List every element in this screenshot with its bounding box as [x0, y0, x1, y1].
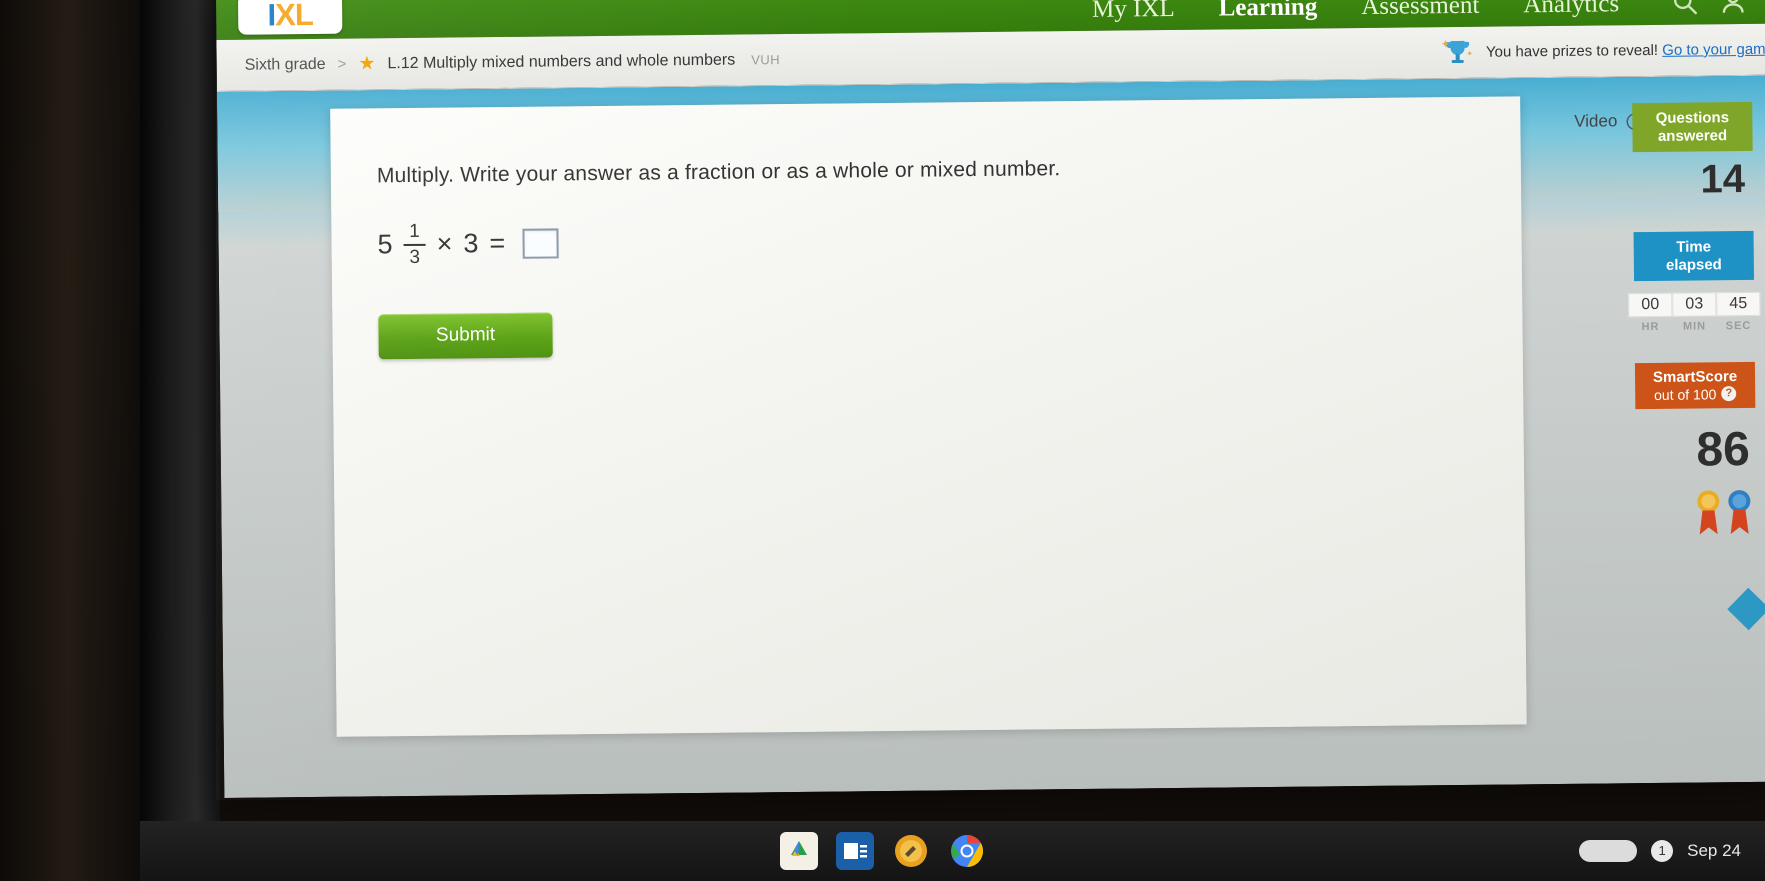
question-card: Multiply. Write your answer as a fractio…	[330, 96, 1527, 737]
time-elapsed-badge: Time elapsed	[1633, 230, 1755, 282]
answer-input[interactable]	[522, 228, 559, 259]
math-expression: 5 1 3 × 3 =	[377, 210, 1521, 268]
smartscore-sub: out of 100 ?	[1635, 385, 1755, 403]
fraction-denominator: 3	[409, 246, 421, 268]
timer-seconds-value: 45	[1716, 291, 1761, 317]
gold-ribbon-icon[interactable]	[1695, 488, 1722, 538]
submit-button[interactable]: Submit	[378, 312, 553, 360]
next-chevron-icon[interactable]	[1727, 587, 1765, 631]
slides-icon[interactable]	[836, 832, 874, 870]
nav-tab-analytics[interactable]: Analytics	[1501, 0, 1641, 27]
background-wall	[0, 0, 150, 881]
nav-tab-assessment[interactable]: Assessment	[1339, 0, 1501, 28]
question-prompt: Multiply. Write your answer as a fractio…	[376, 157, 1061, 188]
prizes-banner[interactable]: You have prizes to reveal! Go to your ga…	[1440, 33, 1765, 68]
smartscore-label: SmartScore	[1652, 368, 1738, 386]
smartscore-value: 86	[1696, 422, 1751, 477]
time-elapsed-label-2: elapsed	[1665, 255, 1722, 274]
nav-tab-learning[interactable]: Learning	[1196, 0, 1339, 30]
smartscore-sub-text: out of 100	[1654, 385, 1717, 403]
second-factor: 3	[463, 228, 479, 259]
photo-of-monitor: IXL My IXL Learning Assessment Analytics	[0, 0, 1765, 881]
fraction: 1 3	[403, 220, 426, 268]
prizes-text-label: You have prizes to reveal!	[1485, 41, 1659, 61]
timer-hours-value: 00	[1628, 292, 1673, 318]
drive-icon[interactable]	[780, 832, 818, 870]
questions-answered-label-1: Questions	[1655, 109, 1730, 127]
mixed-number-whole: 5	[377, 229, 393, 260]
blue-ribbon-icon[interactable]	[1726, 488, 1753, 538]
award-ribbons	[1695, 488, 1753, 539]
logo-letter-l: L	[294, 0, 313, 32]
logo-letter-x: X	[274, 0, 296, 32]
timer-display: 00 HR 03 MIN 45 SEC	[1628, 291, 1761, 334]
breadcrumb-skill-code: VUH	[751, 52, 781, 68]
nav-tab-my-ixl[interactable]: My IXL	[1070, 0, 1197, 31]
help-icon[interactable]: ?	[1721, 386, 1737, 402]
multiplication-sign: ×	[436, 228, 453, 260]
trophy-icon	[1440, 36, 1476, 68]
timer-seconds-label: SEC	[1725, 319, 1752, 333]
breadcrumb-skill-title: L.12 Multiply mixed numbers and whole nu…	[387, 51, 736, 72]
os-taskbar: 1 Sep 24	[140, 821, 1765, 881]
paint-icon[interactable]	[892, 832, 930, 870]
fraction-numerator: 1	[409, 220, 420, 242]
account-icon[interactable]	[1719, 0, 1749, 18]
breadcrumb: Sixth grade > ★ L.12 Multiply mixed numb…	[245, 50, 781, 75]
search-icon[interactable]	[1671, 0, 1701, 19]
status-pill[interactable]	[1579, 840, 1638, 862]
taskbar-apps	[780, 832, 986, 870]
timer-hours-label: HR	[1641, 320, 1660, 334]
practice-page: Multiply. Write your answer as a fractio…	[216, 75, 1765, 798]
notification-badge[interactable]: 1	[1651, 840, 1674, 862]
taskbar-status-area[interactable]: 1 Sep 24	[1579, 840, 1765, 862]
timer-hours: 00 HR	[1628, 292, 1673, 334]
equals-sign: =	[489, 228, 506, 259]
browser-screen: IXL My IXL Learning Assessment Analytics	[216, 0, 1765, 798]
time-elapsed-label-1: Time	[1676, 238, 1712, 256]
taskbar-date[interactable]: Sep 24	[1687, 841, 1741, 861]
prizes-link[interactable]: Go to your gam	[1662, 41, 1765, 59]
smartscore-badge: SmartScore out of 100 ?	[1634, 361, 1756, 410]
timer-seconds: 45 SEC	[1716, 291, 1761, 333]
fraction-bar	[403, 243, 426, 246]
video-label: Video	[1574, 111, 1618, 131]
timer-minutes-value: 03	[1672, 292, 1717, 317]
breadcrumb-grade[interactable]: Sixth grade	[245, 55, 326, 74]
chrome-icon[interactable]	[948, 832, 986, 870]
star-icon[interactable]: ★	[358, 53, 375, 74]
monitor-bezel-left	[140, 0, 220, 881]
ixl-logo[interactable]: IXL	[237, 0, 343, 35]
timer-minutes: 03 MIN	[1672, 292, 1717, 333]
nav-right-icons	[1641, 0, 1765, 19]
timer-minutes-label: MIN	[1682, 320, 1707, 333]
questions-answered-label-2: answered	[1657, 126, 1728, 145]
prizes-message: You have prizes to reveal! Go to your ga…	[1486, 41, 1765, 61]
questions-answered-value: 14	[1700, 156, 1746, 202]
questions-answered-badge: Questions answered	[1632, 101, 1753, 153]
breadcrumb-separator: >	[337, 55, 347, 73]
